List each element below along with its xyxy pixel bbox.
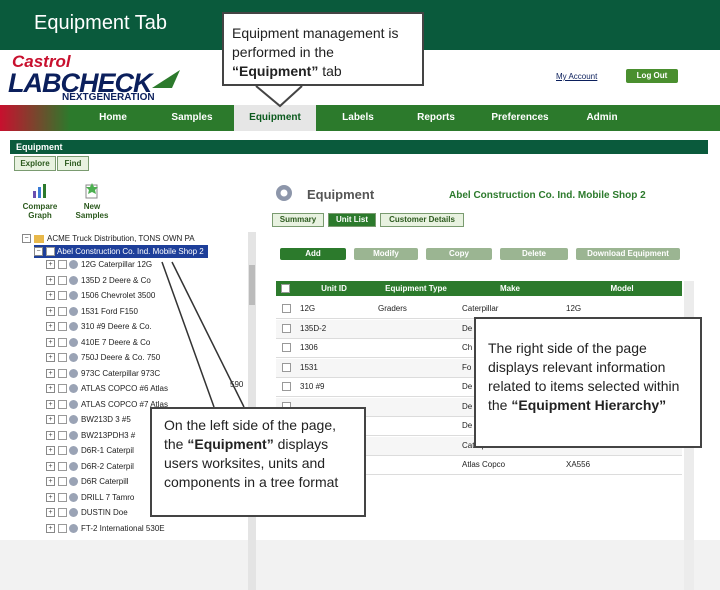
callout-top-text: Equipment management is performed in the xyxy=(232,25,399,60)
callout-top-bold: “Equipment” xyxy=(232,63,319,79)
callout-equipment-tab: Equipment management is performed in the… xyxy=(222,12,424,86)
callout-right-bold: “Equipment Hierarchy” xyxy=(511,397,667,413)
callout-left-side: On the left side of the page, the “Equip… xyxy=(150,407,366,517)
callout-right-side: The right side of the page displays rele… xyxy=(474,317,702,448)
callout-left-bold: “Equipment” xyxy=(187,436,274,452)
callout-top-suffix: tab xyxy=(318,63,342,79)
